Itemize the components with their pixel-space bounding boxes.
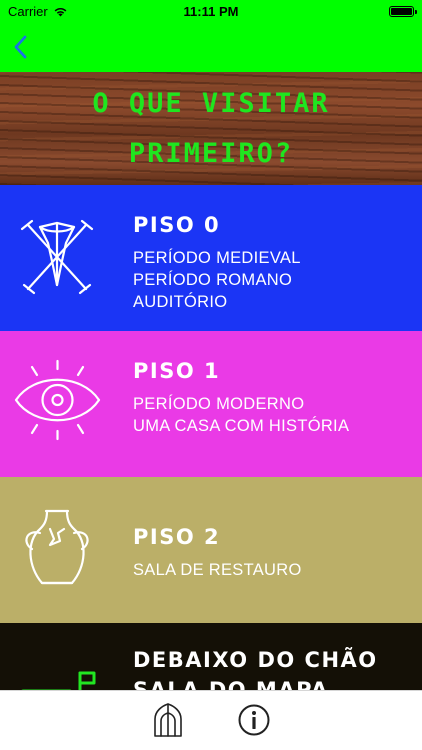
wifi-icon: [54, 7, 67, 16]
floor-line: PERÍODO MEDIEVAL: [133, 249, 301, 267]
floor-text-piso-2: PISO 2 SALA DE RESTAURO: [133, 523, 412, 581]
navigation-bar: [0, 22, 422, 72]
floor-title: PISO 0: [133, 213, 221, 237]
status-bar: Carrier 11:11 PM: [0, 0, 422, 22]
floor-title: PISO 2: [133, 525, 221, 549]
floor-line: AUDITÓRIO: [133, 293, 228, 311]
shield-swords-icon: [20, 219, 94, 295]
floor-title: PISO 1: [133, 359, 221, 383]
eye-icon: [14, 359, 101, 441]
floor-line: PERÍODO ROMANO: [133, 271, 293, 289]
chevron-left-icon[interactable]: [10, 34, 34, 60]
floor-card-piso-1[interactable]: PISO 1 PERÍODO MODERNO UMA CASA COM HIST…: [0, 331, 422, 477]
battery-icon: [389, 5, 417, 17]
status-time: 11:11 PM: [183, 3, 239, 19]
floor-line: PERÍODO MODERNO: [133, 395, 305, 413]
floor-text-piso-1: PISO 1 PERÍODO MODERNO UMA CASA COM HIST…: [133, 357, 412, 437]
floor-card-piso-2[interactable]: PISO 2 SALA DE RESTAURO: [0, 477, 422, 623]
floor-card-piso-0[interactable]: PISO 0 PERÍODO MEDIEVAL PERÍODO ROMANO A…: [0, 185, 422, 331]
floor-title: DEBAIXO DO CHÃO: [133, 648, 378, 672]
status-right: [284, 5, 417, 17]
page-title: O QUE VISITAR PRIMEIRO?: [61, 79, 361, 179]
page-title-line1: O QUE VISITAR: [92, 87, 330, 119]
status-left: Carrier: [8, 4, 138, 19]
battery-level: [391, 7, 412, 15]
page-header: O QUE VISITAR PRIMEIRO?: [0, 72, 422, 185]
broken-vase-icon: [25, 509, 89, 585]
info-icon[interactable]: [237, 703, 271, 737]
carrier-label: Carrier: [8, 3, 48, 19]
floor-line: UMA CASA COM HISTÓRIA: [133, 417, 350, 435]
tab-bar: [0, 690, 422, 750]
floor-text-piso-0: PISO 0 PERÍODO MEDIEVAL PERÍODO ROMANO A…: [133, 211, 412, 313]
floor-line: SALA DE RESTAURO: [133, 561, 302, 579]
cathedral-icon[interactable]: [151, 703, 185, 737]
page-title-line2: PRIMEIRO?: [128, 137, 294, 169]
